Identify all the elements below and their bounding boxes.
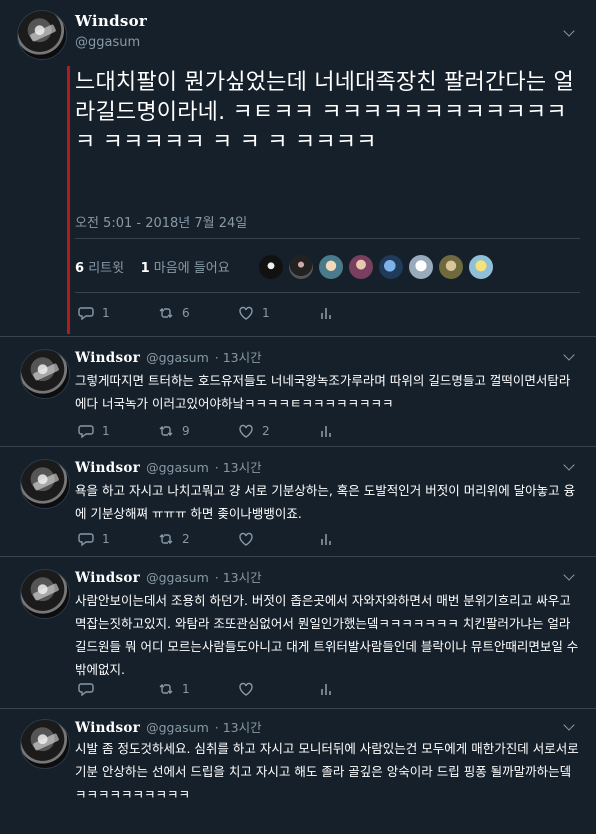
tweet-text: 욕을 하고 자시고 나치고뭐고 걍 서로 기분상하는, 혹은 도발적인거 버젓이…: [75, 483, 576, 521]
tweet-text: 그렇게따지면 트터하는 호드유저들도 너네국왕녹조가루라며 따위의 길드명들고 …: [75, 373, 571, 411]
liker-avatar[interactable]: [468, 254, 494, 280]
retweet-button[interactable]: 6: [158, 305, 190, 321]
retweet-icon: [159, 684, 173, 694]
relative-time[interactable]: · 13시간: [215, 457, 262, 476]
reply-tweet[interactable]: Windsor @ggasum · 13시간 사람안보이는데서 조용히 하던가.…: [0, 557, 596, 707]
liker-avatar[interactable]: [408, 254, 434, 280]
main-tweet: Windsor @ggasum 느대치팔이 뭔가싶었는데 너네대족장친 팔러간다…: [0, 0, 596, 336]
reply-icon: [78, 683, 94, 697]
reply-count: 1: [102, 306, 110, 320]
chevron-down-icon[interactable]: [563, 719, 575, 731]
retweet-icon: [159, 534, 173, 544]
retweet-count: 1: [182, 682, 190, 696]
display-name[interactable]: Windsor: [75, 570, 140, 586]
retweet-button[interactable]: 1: [158, 681, 190, 697]
relative-time[interactable]: · 13시간: [215, 347, 262, 366]
analytics-icon: [321, 426, 331, 437]
reply-tweet[interactable]: Windsor @ggasum · 13시간 시발 좀 정도것하세요. 심취를 …: [0, 709, 596, 834]
username[interactable]: @ggasum: [146, 350, 209, 365]
relative-time[interactable]: · 13시간: [215, 567, 262, 586]
retweet-count: 9: [182, 424, 190, 438]
username[interactable]: @ggasum: [75, 35, 140, 50]
like-button[interactable]: 2: [238, 423, 270, 439]
liker-avatar[interactable]: [348, 254, 374, 280]
liker-avatar[interactable]: [438, 254, 464, 280]
engagement-stats: 6 리트윗 1 마음에 들어요: [75, 257, 230, 276]
like-count: 2: [262, 424, 270, 438]
retweet-count[interactable]: 6: [75, 261, 84, 276]
like-count: 1: [262, 306, 270, 320]
tweet-actions: 1: [78, 681, 338, 701]
reply-tweet[interactable]: Windsor @ggasum · 13시간 욕을 하고 자시고 나치고뭐고 걍…: [0, 447, 596, 555]
display-name[interactable]: Windsor: [75, 460, 140, 476]
avatar[interactable]: [20, 569, 70, 619]
reply-button[interactable]: 1: [78, 305, 110, 321]
tweet-actions: 1 6 1: [78, 305, 338, 325]
reply-icon: [78, 533, 94, 547]
relative-time[interactable]: · 13시간: [215, 717, 262, 736]
reply-button[interactable]: 1: [78, 531, 110, 547]
tweet-text: 느대치팔이 뭔가싶었는데 너네대족장친 팔러간다는 얼라길드명이라네. ㅋㅌㅋㅋ…: [75, 70, 574, 155]
analytics-icon: [321, 534, 331, 545]
reply-icon: [78, 307, 94, 321]
reply-button[interactable]: 1: [78, 423, 110, 439]
liker-avatar[interactable]: [288, 254, 314, 280]
analytics-icon: [321, 684, 331, 695]
avatar[interactable]: [20, 719, 70, 769]
retweet-icon: [159, 426, 173, 436]
liker-avatar[interactable]: [318, 254, 344, 280]
reply-button[interactable]: [78, 681, 102, 697]
heart-icon: [239, 306, 253, 320]
analytics-icon: [321, 308, 331, 319]
reply-count: 1: [102, 532, 110, 546]
username[interactable]: @ggasum: [146, 570, 209, 585]
reply-count: 1: [102, 424, 110, 438]
avatar[interactable]: [17, 10, 67, 60]
liker-avatar[interactable]: [378, 254, 404, 280]
like-button[interactable]: [238, 681, 262, 697]
like-count[interactable]: 1: [141, 261, 150, 276]
retweet-button[interactable]: 2: [158, 531, 190, 547]
retweet-label[interactable]: 리트윗: [88, 261, 124, 276]
tweet-actions: 1 9 2: [78, 423, 338, 443]
chevron-down-icon[interactable]: [563, 459, 575, 471]
like-button[interactable]: [238, 531, 262, 547]
reply-tweet[interactable]: Windsor @ggasum · 13시간 그렇게따지면 트터하는 호드유저들…: [0, 337, 596, 445]
chevron-down-icon[interactable]: [563, 349, 575, 361]
chevron-down-icon[interactable]: [563, 569, 575, 581]
analytics-button[interactable]: [318, 681, 334, 697]
heart-icon: [239, 424, 253, 438]
analytics-button[interactable]: [318, 423, 334, 439]
retweet-count: 6: [182, 306, 190, 320]
tweet-text: 사람안보이는데서 조용히 하던가. 버젓이 좁은곳에서 자와자와하면서 매번 분…: [75, 593, 579, 677]
divider: [75, 292, 580, 293]
retweet-icon: [159, 308, 173, 318]
analytics-button[interactable]: [318, 531, 334, 547]
analytics-button[interactable]: [318, 305, 334, 321]
display-name[interactable]: Windsor: [75, 350, 140, 366]
avatar[interactable]: [20, 349, 70, 399]
display-name[interactable]: Windsor: [75, 720, 140, 736]
retweet-count: 2: [182, 532, 190, 546]
like-label[interactable]: 마음에 들어요: [154, 261, 230, 276]
like-button[interactable]: 1: [238, 305, 270, 321]
timestamp[interactable]: 오전 5:01 - 2018년 7월 24일: [75, 212, 247, 231]
reply-icon: [78, 425, 94, 439]
username[interactable]: @ggasum: [146, 460, 209, 475]
divider: [75, 238, 580, 239]
liker-avatar[interactable]: [258, 254, 284, 280]
username[interactable]: @ggasum: [146, 720, 209, 735]
retweet-button[interactable]: 9: [158, 423, 190, 439]
avatar[interactable]: [20, 459, 70, 509]
chevron-down-icon[interactable]: [563, 25, 575, 37]
heart-icon: [239, 682, 253, 696]
tweet-actions: 1 2: [78, 531, 338, 551]
heart-icon: [239, 532, 253, 546]
tweet-text: 시발 좀 정도것하세요. 심취를 하고 자시고 모니터뒤에 사람있는건 모두에게…: [75, 741, 579, 802]
display-name[interactable]: Windsor: [75, 12, 147, 30]
